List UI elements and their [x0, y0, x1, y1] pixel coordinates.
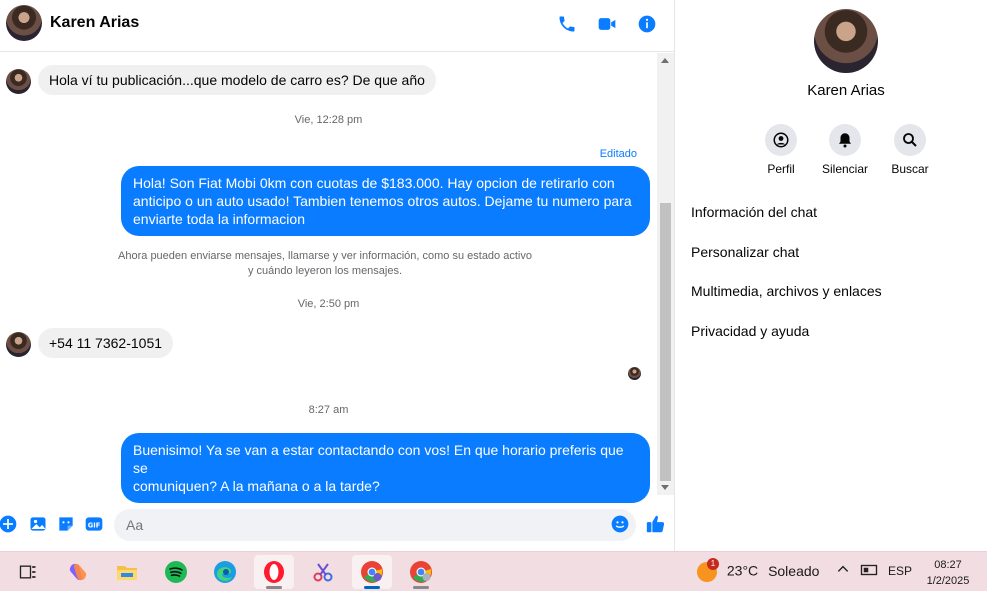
scroll-thumb[interactable]: [660, 203, 671, 481]
incoming-message[interactable]: +54 11 7362-1051: [38, 328, 174, 358]
outgoing-message[interactable]: Buenisimo! Ya se van a estar contactando…: [121, 433, 650, 503]
incoming-message[interactable]: Hola ví tu publicación...que modelo de c…: [38, 65, 436, 95]
timestamp: Vie, 12:28 pm: [294, 114, 363, 126]
weather-widget[interactable]: 1 23°C Soleado: [697, 558, 820, 582]
mute-action-label: Silenciar: [821, 162, 869, 176]
bell-icon[interactable]: [829, 124, 861, 156]
taskbar: 1 23°C Soleado ESP 08:27 1/2/2025: [0, 551, 987, 591]
scroll-down-arrow-icon[interactable]: [661, 485, 669, 490]
scroll-up-arrow-icon[interactable]: [661, 58, 669, 63]
edge-icon[interactable]: [205, 555, 245, 589]
chrome-profile-icon[interactable]: [352, 555, 392, 589]
spotify-icon[interactable]: [156, 555, 196, 589]
video-call-icon[interactable]: [596, 13, 618, 35]
language-indicator[interactable]: ESP: [888, 564, 912, 578]
search-action[interactable]: Buscar: [880, 124, 940, 176]
clock-time: 08:27: [934, 559, 962, 571]
chat-panel: Karen Arias Hola ví tu publicación...que…: [0, 0, 675, 551]
profile-action-label: Perfil: [767, 162, 795, 176]
info-icon[interactable]: [636, 13, 658, 35]
profile-action[interactable]: Perfil: [751, 124, 811, 176]
read-receipt-avatar: [628, 367, 641, 380]
chevron-up-icon[interactable]: [836, 562, 850, 579]
message-line: Buenisimo! Ya se van a estar contactando…: [133, 442, 624, 476]
menu-privacy-support[interactable]: Privacidad y ayuda: [691, 323, 809, 339]
menu-chat-info[interactable]: Información del chat: [691, 204, 817, 220]
contact-avatar[interactable]: [6, 5, 42, 41]
gif-icon[interactable]: GIF: [84, 514, 104, 534]
composer: GIF: [0, 505, 675, 545]
file-explorer-icon[interactable]: [107, 555, 147, 589]
message-line: anticipo o un auto usado! Tambien tenemo…: [133, 193, 632, 209]
clock-date: 1/2/2025: [926, 575, 970, 587]
message-avatar: [6, 332, 31, 357]
copilot-icon[interactable]: [58, 555, 98, 589]
running-indicator: [413, 586, 429, 589]
notification-badge: 1: [707, 558, 719, 570]
opera-icon[interactable]: [254, 555, 294, 589]
menu-customize-chat[interactable]: Personalizar chat: [691, 244, 799, 260]
image-icon[interactable]: [28, 514, 48, 534]
task-view-icon[interactable]: [8, 555, 48, 589]
message-list: Hola ví tu publicación...que modelo de c…: [0, 53, 657, 503]
profile-avatar: [814, 9, 878, 73]
sticker-icon[interactable]: [56, 514, 76, 534]
system-clock[interactable]: 08:27 1/2/2025: [918, 557, 978, 589]
search-action-label: Buscar: [891, 162, 929, 176]
weather-desc: Soleado: [768, 562, 820, 579]
chat-details-panel: Karen Arias Perfil Silenciar Buscar Info…: [676, 0, 987, 551]
contact-name[interactable]: Karen Arias: [50, 14, 139, 32]
running-indicator: [364, 586, 380, 589]
edited-label[interactable]: Editado: [600, 148, 637, 160]
notice-line: y cuándo leyeron los mensajes.: [247, 265, 403, 277]
svg-text:GIF: GIF: [88, 521, 101, 529]
message-avatar: [6, 69, 31, 94]
timestamp: Vie, 2:50 pm: [297, 298, 360, 310]
phone-call-icon[interactable]: [556, 13, 578, 35]
profile-name: Karen Arias: [807, 82, 885, 99]
plus-icon[interactable]: [0, 514, 18, 534]
message-input[interactable]: [114, 509, 636, 541]
thumbs-up-icon[interactable]: [645, 513, 667, 535]
menu-media-files-links[interactable]: Multimedia, archivos y enlaces: [691, 283, 882, 299]
chrome-profile-2-icon[interactable]: [401, 555, 441, 589]
snipping-tool-icon[interactable]: [303, 555, 343, 589]
running-indicator: [266, 586, 282, 589]
mute-action[interactable]: Silenciar: [815, 124, 875, 176]
message-line: enviarte toda la informacion: [133, 211, 305, 227]
chat-header: Karen Arias: [0, 0, 675, 52]
network-icon[interactable]: [860, 563, 878, 580]
message-line: comuniquen? A la mañana o a la tarde?: [133, 478, 380, 494]
emoji-icon[interactable]: [610, 514, 630, 534]
notice-line: Ahora pueden enviarse mensajes, llamarse…: [118, 250, 532, 262]
search-icon[interactable]: [894, 124, 926, 156]
weather-sun-icon: 1: [697, 558, 719, 582]
timestamp: 8:27 am: [308, 404, 349, 416]
weather-temp: 23°C: [726, 562, 759, 579]
privacy-notice: Ahora pueden enviarse mensajes, llamarse…: [110, 249, 540, 279]
profile-icon[interactable]: [765, 124, 797, 156]
message-scrollbar[interactable]: [657, 53, 674, 495]
message-line: Hola! Son Fiat Mobi 0km con cuotas de $1…: [133, 175, 615, 191]
outgoing-message[interactable]: Hola! Son Fiat Mobi 0km con cuotas de $1…: [121, 166, 650, 236]
